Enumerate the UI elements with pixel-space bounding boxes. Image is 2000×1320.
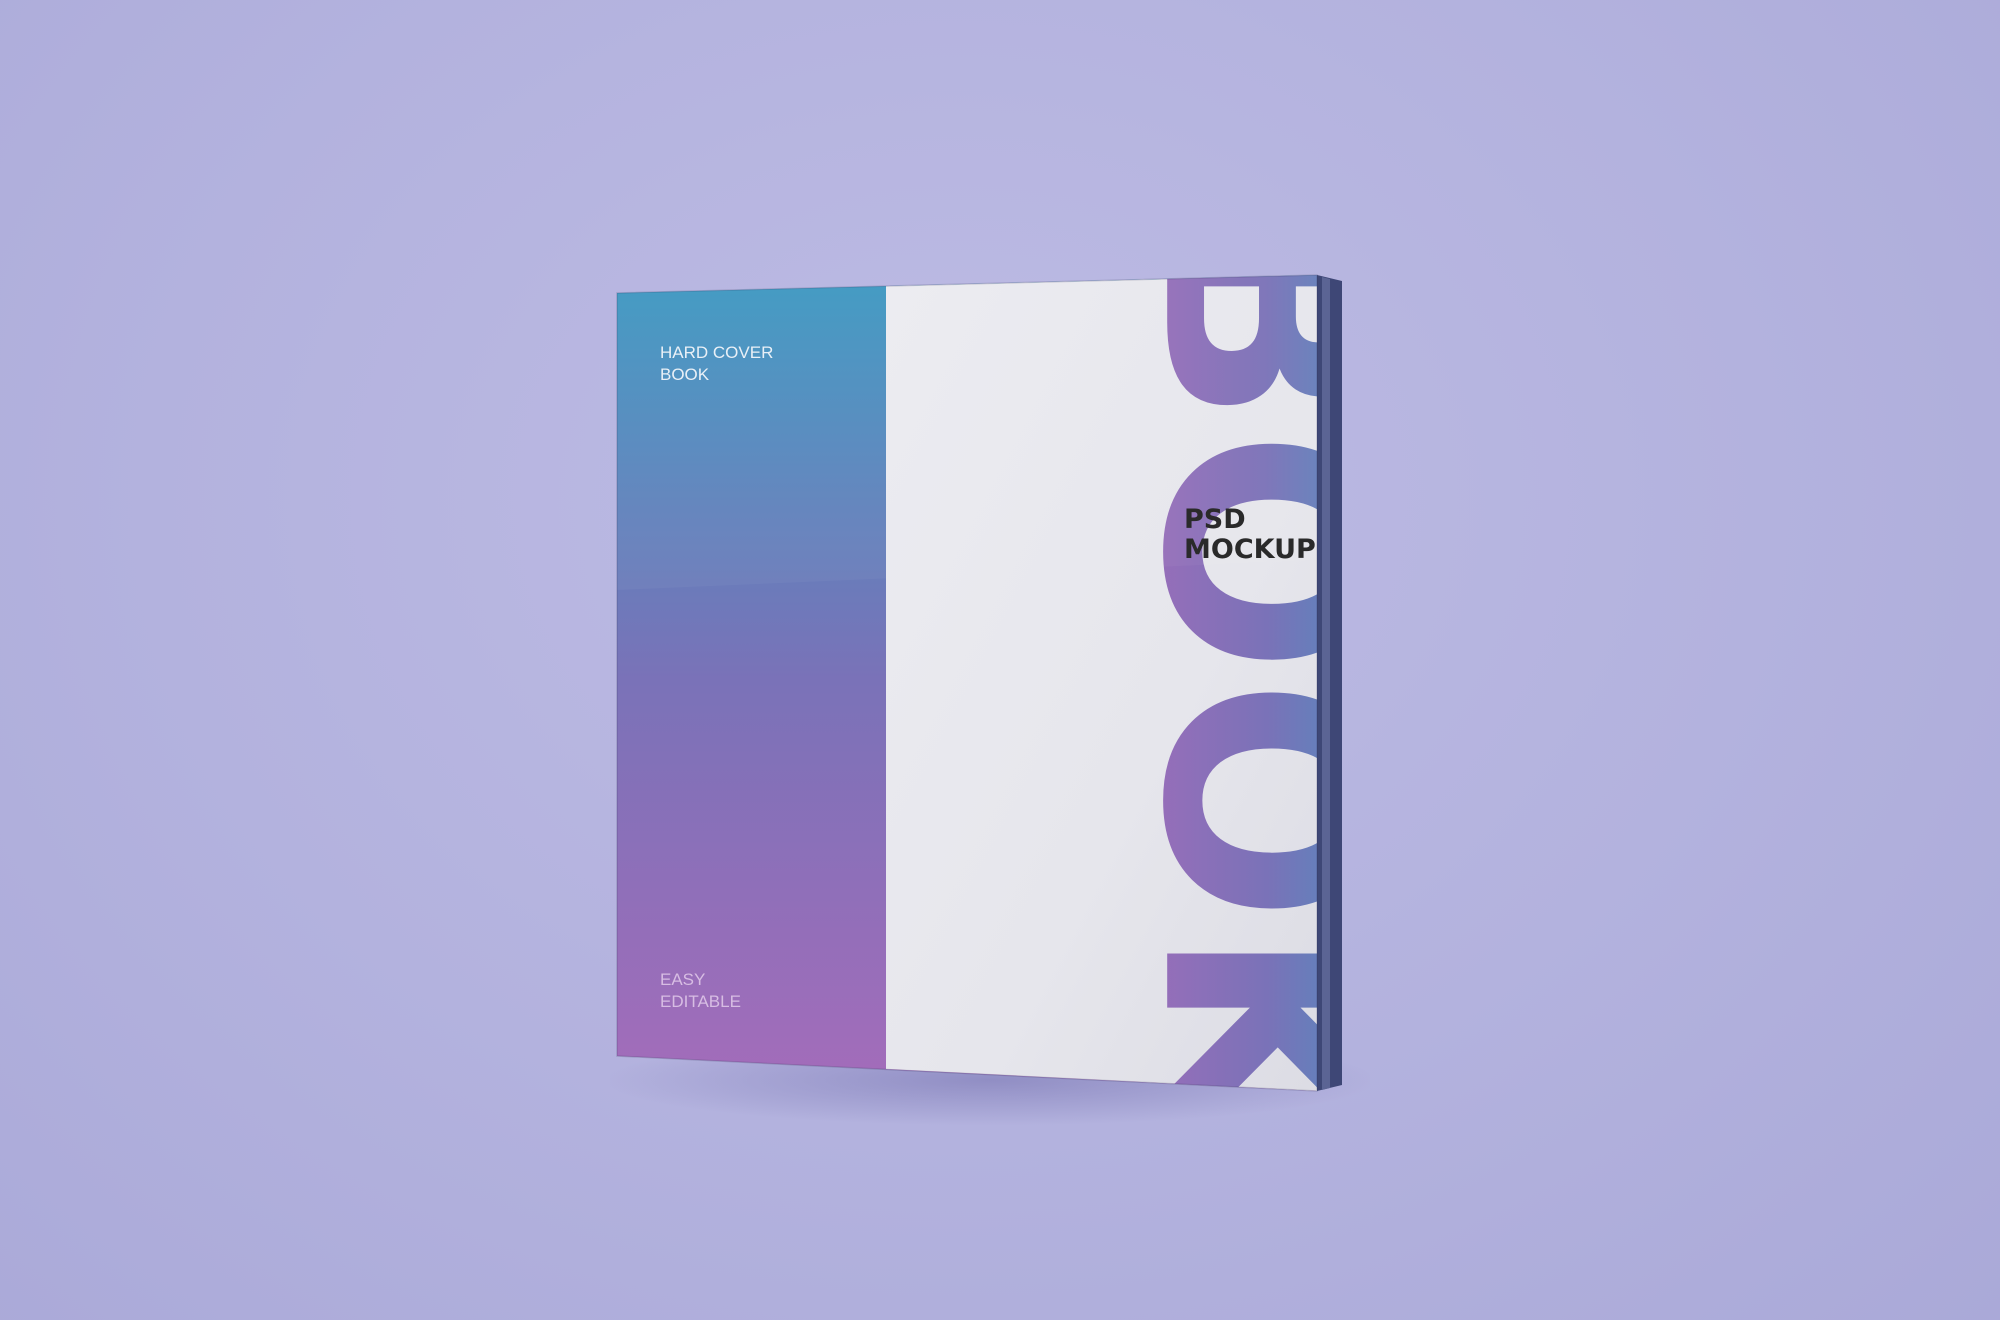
- cover-label-bottom-line1: EASY: [660, 970, 705, 989]
- scene-background: BOOK PSD MOCKUP HARD COVER BOOK EASY EDI…: [0, 0, 2000, 1320]
- book-page-edge: [1322, 277, 1330, 1090]
- cover-highlight: [617, 275, 1317, 590]
- hardcover-book-mockup: BOOK PSD MOCKUP HARD COVER BOOK EASY EDI…: [616, 274, 1342, 1092]
- cover-label-bottom-line2: EDITABLE: [660, 992, 741, 1011]
